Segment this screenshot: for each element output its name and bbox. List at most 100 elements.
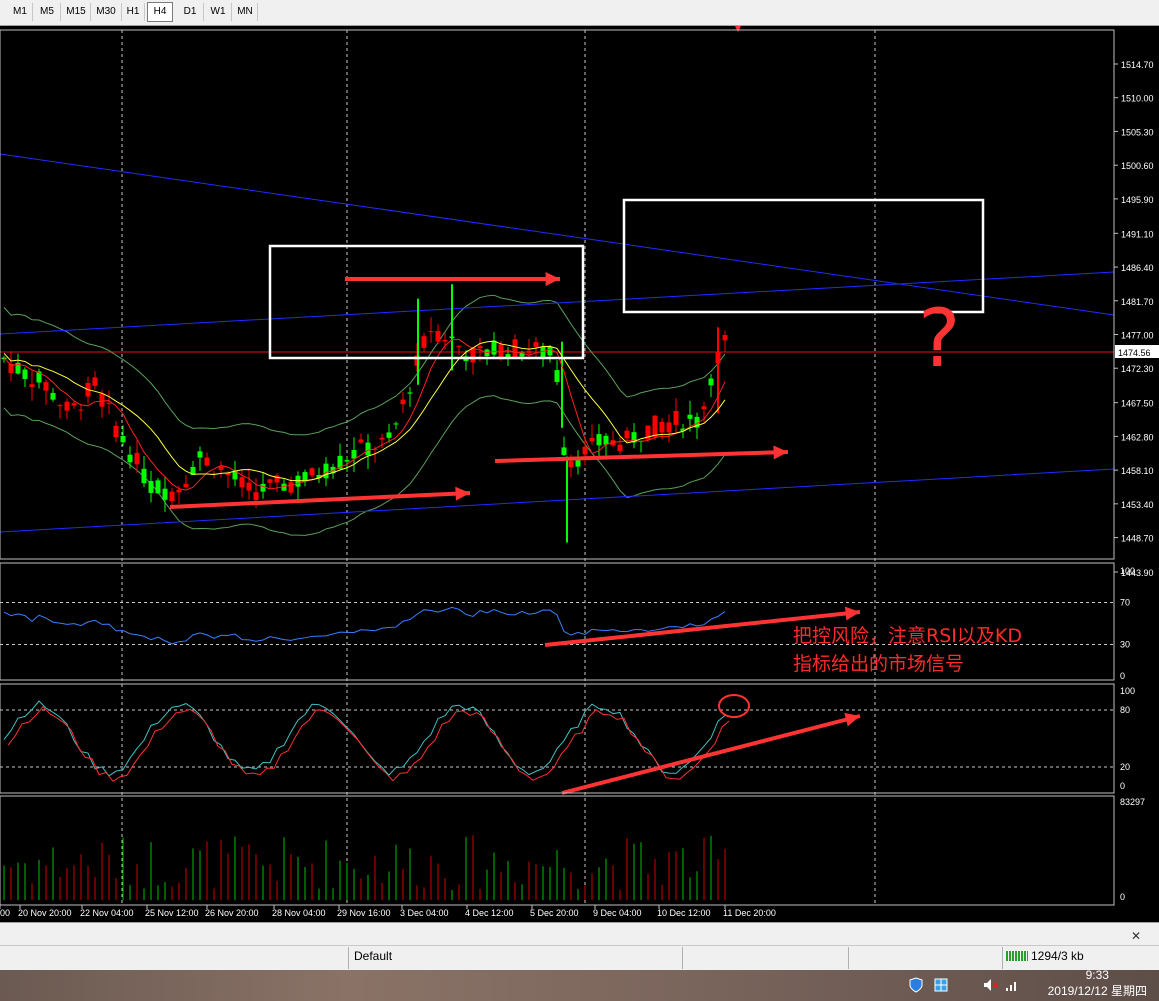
- candle-body: [589, 437, 595, 442]
- volume-max-label: 83297: [1120, 797, 1145, 807]
- candle-body: [92, 377, 98, 386]
- stoch-label: 20: [1120, 762, 1130, 772]
- price-label: 1472.30: [1121, 364, 1154, 374]
- time-label: 3 Dec 04:00: [400, 908, 449, 918]
- question-mark: ?: [918, 292, 960, 385]
- network-cube-icon[interactable]: [933, 977, 949, 993]
- candle-body: [547, 346, 553, 356]
- candle-body: [50, 392, 56, 400]
- price-label: 1495.90: [1121, 195, 1154, 205]
- profile-name: Default: [354, 949, 393, 963]
- price-label: 1505.30: [1121, 127, 1154, 137]
- candle-body: [526, 350, 532, 353]
- time-label: 25 Nov 12:00: [145, 908, 199, 918]
- taskbar-clock[interactable]: 9:33 2019/12/12 星期四: [1048, 967, 1147, 999]
- time-label: 00: [0, 908, 10, 918]
- candle-body: [169, 491, 175, 502]
- candle-body: [29, 384, 35, 387]
- clock-date: 2019/12/12 星期四: [1047, 984, 1147, 998]
- candle-body: [596, 434, 602, 446]
- timeframe-m15[interactable]: M15: [62, 3, 91, 21]
- candle-body: [309, 468, 315, 476]
- candle-body: [666, 422, 672, 433]
- candle-body: [617, 444, 623, 451]
- candle-body: [162, 488, 168, 500]
- candle-body: [491, 340, 497, 355]
- time-label: 29 Nov 16:00: [337, 908, 391, 918]
- timeframe-mn[interactable]: MN: [233, 3, 258, 21]
- candle-body: [113, 425, 119, 438]
- timeframe-m1[interactable]: M1: [8, 3, 33, 21]
- status-divider: [348, 947, 349, 969]
- candle-body: [183, 483, 189, 488]
- price-label: 1486.40: [1121, 263, 1154, 273]
- candle-body: [99, 393, 105, 407]
- timeframe-m30[interactable]: M30: [91, 3, 122, 21]
- signal-icon[interactable]: [1004, 977, 1020, 993]
- timeframe-m5[interactable]: M5: [34, 3, 61, 21]
- candle-body: [239, 477, 245, 488]
- status-row-bottom: Default 1294/3 kb: [0, 947, 1159, 969]
- speaker-muted-icon[interactable]: [982, 977, 998, 993]
- candle-body: [176, 489, 182, 493]
- candle-body: [197, 451, 203, 458]
- rsi-label: 30: [1120, 640, 1130, 650]
- timeframe-toolbar: M1 M5 M15 M30 H1 H4 D1 W1 MN: [0, 0, 1159, 26]
- candle-body: [568, 461, 574, 468]
- price-label: 1467.50: [1121, 399, 1154, 409]
- time-label: 5 Dec 20:00: [530, 908, 579, 918]
- price-label: 1481.70: [1121, 297, 1154, 307]
- shield-icon[interactable]: [908, 977, 924, 993]
- windows-taskbar: 9:33 2019/12/12 星期四: [0, 967, 1159, 1001]
- price-chart[interactable]: ? 1514.70 1510.00 1505.30 1500.60 1495.90 149…: [0, 26, 1159, 921]
- candle-body: [673, 410, 679, 425]
- rsi-label: 100: [1120, 566, 1135, 576]
- candle-body: [582, 446, 588, 455]
- traffic-counter: 1294/3 kb: [1031, 949, 1084, 963]
- candle-body: [78, 409, 84, 411]
- timeframe-h4[interactable]: H4: [147, 2, 173, 22]
- time-label: 9 Dec 04:00: [593, 908, 642, 918]
- close-icon[interactable]: ✕: [1131, 929, 1141, 943]
- status-divider: [682, 947, 683, 969]
- candle-body: [512, 339, 518, 358]
- time-label: 26 Nov 20:00: [205, 908, 259, 918]
- candle-body: [708, 378, 714, 386]
- price-label: 1491.10: [1121, 229, 1154, 239]
- candle-body: [127, 454, 133, 463]
- candle-body: [323, 463, 329, 479]
- candle-body: [393, 423, 399, 425]
- time-label: 10 Dec 12:00: [657, 908, 711, 918]
- candle-body: [379, 437, 385, 440]
- candle-body: [351, 449, 357, 459]
- candle-body: [554, 370, 560, 383]
- candle-body: [358, 439, 364, 443]
- candle-body: [246, 482, 252, 491]
- price-label: 1458.10: [1121, 466, 1154, 476]
- annotation-note: 把控风险，注意RSI以及KD 指标给出的市场信号: [793, 622, 1022, 678]
- candle-body: [652, 415, 658, 437]
- candle-body: [57, 405, 63, 407]
- candle-body: [71, 403, 77, 406]
- status-row-top: ✕: [0, 927, 1159, 946]
- candle-body: [134, 452, 140, 465]
- price-label: 1510.00: [1121, 94, 1154, 104]
- status-bar: ✕ Default 1294/3 kb: [0, 922, 1159, 971]
- candle-body: [204, 457, 210, 466]
- current-price-label: 1474.56: [1118, 348, 1151, 358]
- candle-body: [603, 435, 609, 445]
- candle-body: [400, 399, 406, 405]
- timeframe-d1[interactable]: D1: [177, 3, 204, 21]
- candle-body: [470, 347, 476, 363]
- candle-body: [533, 342, 539, 347]
- candle-body: [148, 481, 154, 493]
- candle-body: [155, 480, 161, 494]
- candle-body: [442, 340, 448, 342]
- rsi-label: 70: [1120, 598, 1130, 608]
- rsi-label: 0: [1120, 671, 1125, 681]
- candle-body: [407, 392, 413, 394]
- stoch-label: 80: [1120, 705, 1130, 715]
- candle-body: [43, 382, 49, 391]
- timeframe-w1[interactable]: W1: [205, 3, 232, 21]
- timeframe-h1[interactable]: H1: [122, 3, 145, 21]
